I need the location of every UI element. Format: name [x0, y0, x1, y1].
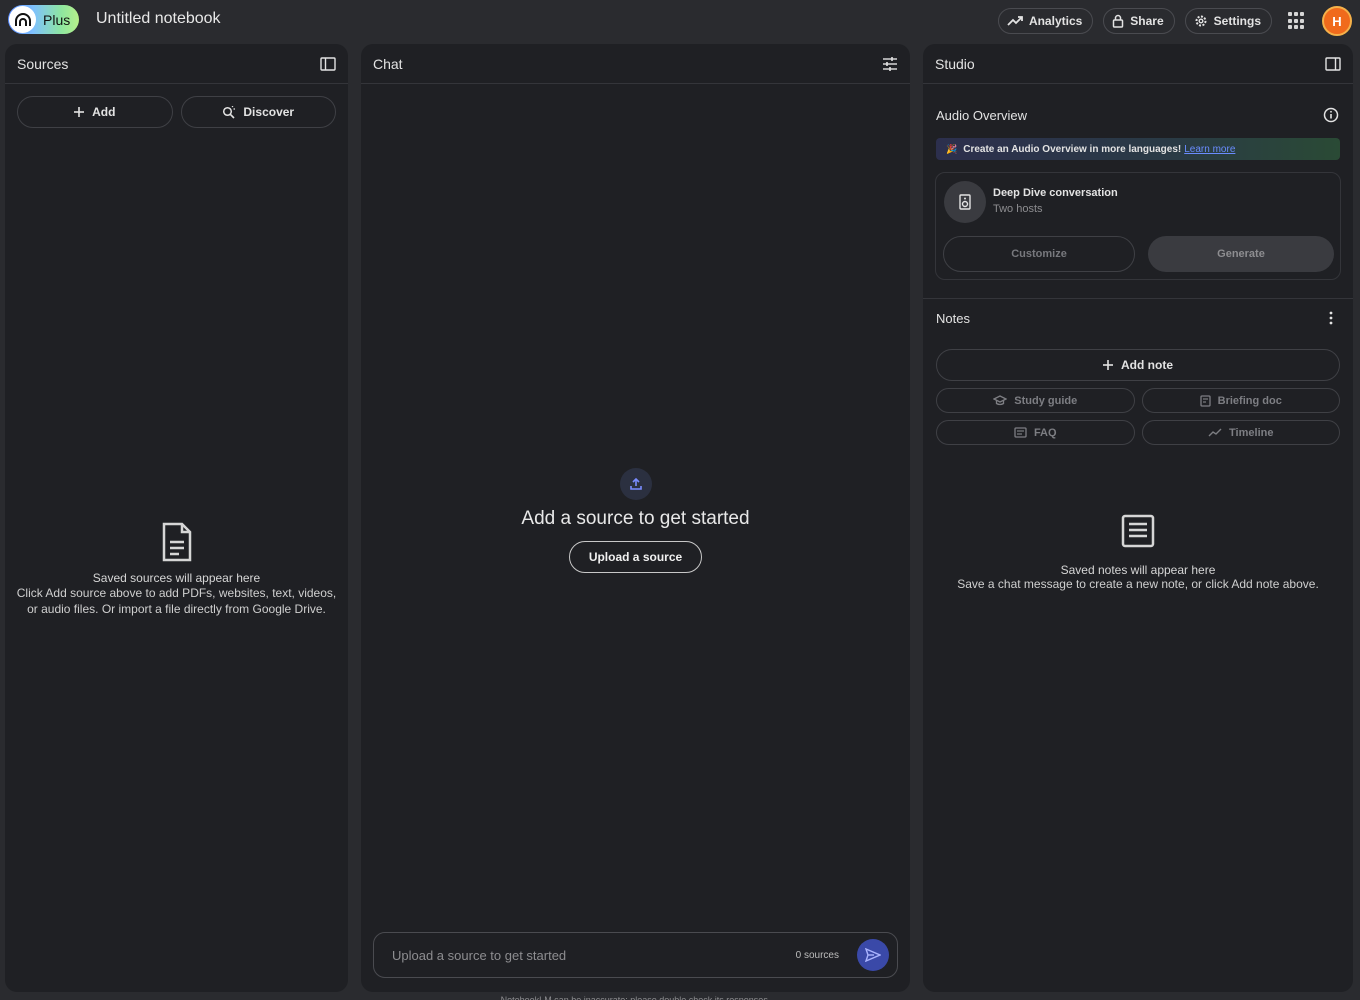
faq-icon: [1014, 427, 1027, 438]
add-note-button[interactable]: Add note: [936, 349, 1340, 381]
collapse-panel-icon[interactable]: [318, 54, 338, 74]
briefing-doc-icon: [1200, 394, 1211, 407]
study-guide-label: Study guide: [1014, 394, 1078, 407]
share-label: Share: [1130, 14, 1164, 28]
customize-button[interactable]: Customize: [943, 236, 1135, 272]
add-source-button[interactable]: Add: [17, 96, 173, 128]
plan-badge-label: Plus: [43, 11, 71, 28]
faq-label: FAQ: [1033, 426, 1057, 439]
add-note-label: Add note: [1121, 358, 1173, 372]
faq-button[interactable]: FAQ: [936, 420, 1135, 445]
upload-source-button[interactable]: Upload a source: [568, 541, 703, 573]
notebooklm-logo-icon: [9, 6, 36, 33]
notes-empty-text: Save a chat message to create a new note…: [957, 577, 1319, 591]
apps-grid-icon[interactable]: [1288, 12, 1306, 30]
source-count: 0 sources: [795, 949, 839, 961]
discover-button[interactable]: Discover: [180, 96, 336, 128]
notes-title: Notes: [936, 310, 970, 326]
more-vert-icon[interactable]: [1321, 308, 1341, 328]
speaker-icon: [944, 181, 986, 223]
add-source-label: Add: [92, 105, 116, 119]
chat-empty-state: Add a source to get started Upload a sou…: [361, 468, 910, 573]
learn-more-link[interactable]: Learn more: [1184, 144, 1235, 155]
note-templates: Study guide Briefing doc FAQ Timeline: [936, 388, 1340, 445]
share-button[interactable]: Share: [1103, 8, 1175, 34]
chat-panel: Chat Add a source to get started Upload …: [361, 44, 910, 992]
info-icon[interactable]: [1321, 105, 1341, 125]
sources-header: Sources: [5, 44, 348, 84]
studio-header: Studio: [923, 44, 1353, 84]
chat-empty-heading: Add a source to get started: [521, 508, 750, 529]
timeline-label: Timeline: [1229, 426, 1274, 439]
party-icon: 🎉: [946, 143, 958, 154]
sources-title: Sources: [17, 55, 69, 72]
studio-panel: Studio Audio Overview 🎉 Create an Audio …: [923, 44, 1353, 992]
deep-dive-card: Deep Dive conversation Two hosts Customi…: [935, 172, 1341, 280]
trending-up-icon: [1007, 16, 1023, 26]
avatar[interactable]: H: [1322, 6, 1352, 36]
sources-empty-title: Saved sources will appear here: [92, 571, 261, 585]
school-icon: [993, 395, 1008, 406]
chat-title: Chat: [373, 55, 403, 72]
chat-footnote: NotebookLM can be inaccurate; please dou…: [500, 995, 771, 1000]
chat-input-box[interactable]: Upload a source to get started 0 sources: [373, 932, 898, 978]
lock-icon: [1113, 14, 1124, 28]
collapse-panel-icon[interactable]: [1323, 54, 1343, 74]
discover-search-icon: [223, 105, 236, 119]
audio-overview-title: Audio Overview: [936, 107, 1028, 123]
study-guide-button[interactable]: Study guide: [936, 388, 1135, 413]
send-icon: [865, 948, 881, 962]
notebooklm-logo-badge[interactable]: Plus: [8, 5, 79, 34]
plus-icon: [1103, 360, 1113, 370]
sources-panel: Sources Add Discover Saved sources will …: [5, 44, 348, 992]
upload-icon: [619, 468, 652, 500]
note-icon: [1121, 514, 1155, 548]
analytics-label: Analytics: [1028, 14, 1083, 28]
chat-input-placeholder[interactable]: Upload a source to get started: [392, 948, 796, 963]
briefing-doc-button[interactable]: Briefing doc: [1141, 388, 1340, 413]
timeline-button[interactable]: Timeline: [1141, 420, 1340, 445]
notebook-title[interactable]: Untitled notebook: [96, 10, 221, 28]
banner-text: Create an Audio Overview in more languag…: [963, 143, 1182, 155]
plus-icon: [74, 107, 85, 117]
document-icon: [162, 522, 191, 562]
sources-empty-line1: Click Add source above to add PDFs, webs…: [16, 586, 337, 600]
notes-empty-title: Saved notes will appear here: [1060, 563, 1216, 577]
studio-title: Studio: [935, 55, 975, 72]
settings-label: Settings: [1213, 14, 1261, 28]
deep-dive-title: Deep Dive conversation: [993, 187, 1118, 199]
deep-dive-subtitle: Two hosts: [993, 203, 1043, 215]
chat-header: Chat: [361, 44, 910, 84]
notes-empty-state: Saved notes will appear here Save a chat…: [923, 514, 1353, 591]
tune-settings-icon[interactable]: [880, 54, 900, 74]
sources-empty-line2: or audio files. Or import a file directl…: [27, 602, 326, 616]
timeline-icon: [1208, 428, 1222, 437]
notes-header: Notes: [923, 299, 1353, 337]
sources-empty-state: Saved sources will appear here Click Add…: [5, 522, 348, 617]
languages-banner: 🎉 Create an Audio Overview in more langu…: [936, 138, 1340, 160]
gear-icon: [1195, 15, 1207, 27]
generate-button[interactable]: Generate: [1148, 236, 1334, 272]
settings-button[interactable]: Settings: [1184, 8, 1272, 34]
analytics-button[interactable]: Analytics: [997, 8, 1094, 34]
briefing-doc-label: Briefing doc: [1217, 394, 1282, 407]
top-bar: Plus Untitled notebook Analytics Share S…: [0, 0, 1360, 40]
top-actions: Analytics Share Settings H: [997, 6, 1352, 36]
discover-label: Discover: [243, 105, 295, 119]
audio-overview-header: Audio Overview: [923, 100, 1353, 130]
send-button[interactable]: [857, 939, 889, 971]
